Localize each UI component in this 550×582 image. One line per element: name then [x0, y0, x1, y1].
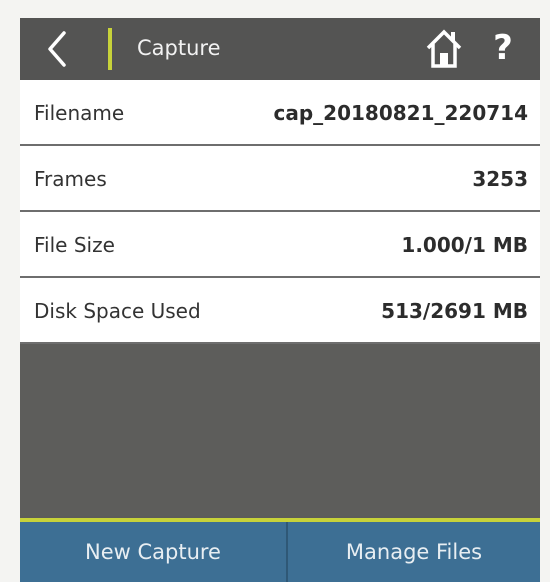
chevron-left-icon: [48, 31, 66, 67]
manage-files-button[interactable]: Manage Files: [288, 522, 540, 582]
row-frames: Frames 3253: [20, 146, 540, 212]
back-button[interactable]: [44, 30, 72, 68]
frames-value: 3253: [472, 167, 528, 191]
capture-info-list: Filename cap_20180821_220714 Frames 3253…: [20, 80, 540, 344]
disk-space-label: Disk Space Used: [34, 299, 201, 323]
row-file-size: File Size 1.000/1 MB: [20, 212, 540, 278]
row-disk-space: Disk Space Used 513/2691 MB: [20, 278, 540, 344]
header-divider: [108, 28, 112, 70]
page-title: Capture: [137, 36, 221, 60]
home-icon: [426, 29, 462, 68]
bottom-bar: New Capture Manage Files: [20, 522, 540, 582]
filename-label: Filename: [34, 101, 125, 125]
filename-value: cap_20180821_220714: [273, 101, 529, 125]
new-capture-button[interactable]: New Capture: [20, 522, 286, 582]
top-bar: Capture ?: [20, 18, 540, 80]
disk-space-value: 513/2691 MB: [381, 299, 528, 323]
help-button[interactable]: ?: [488, 28, 518, 68]
file-size-value: 1.000/1 MB: [401, 233, 528, 257]
home-button[interactable]: [425, 26, 463, 70]
row-filename: Filename cap_20180821_220714: [20, 80, 540, 146]
frames-label: Frames: [34, 167, 107, 191]
content-area: [20, 344, 540, 516]
capture-screen: Capture ? Filename cap_20180821_220714 F…: [20, 18, 540, 582]
file-size-label: File Size: [34, 233, 115, 257]
